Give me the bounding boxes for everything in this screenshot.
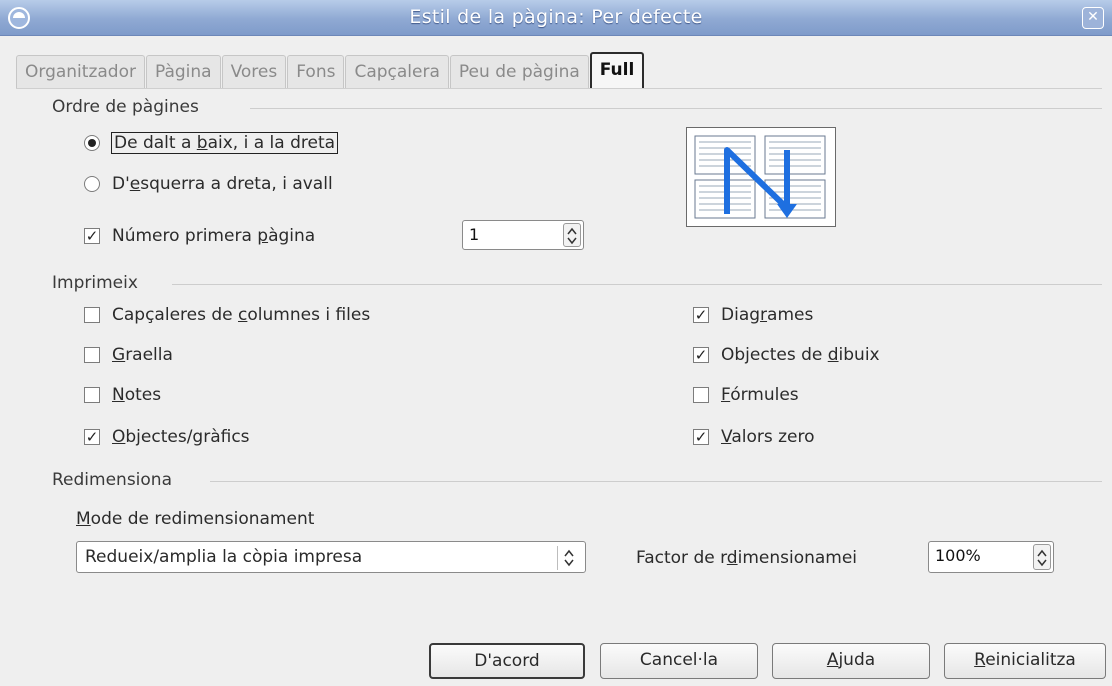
print-headers-checkbox[interactable] xyxy=(84,307,100,323)
first-page-number-label: Número primera pàgina xyxy=(112,226,316,246)
tab-page[interactable]: Pàgina xyxy=(145,55,221,89)
print-objects-row[interactable]: ✓ Objectes/gràfics xyxy=(84,427,250,447)
first-page-number-checkbox[interactable]: ✓ xyxy=(84,228,100,244)
print-headers-label: Capçaleres de columnes i files xyxy=(112,305,371,325)
print-charts-label: Diagrames xyxy=(721,305,814,325)
print-headers-row[interactable]: Capçaleres de columnes i files xyxy=(84,305,370,325)
tab-borders[interactable]: Vores xyxy=(221,55,287,89)
print-grid-label: Graella xyxy=(112,345,173,365)
scale-mode-label: Mode de redimensionament xyxy=(76,509,315,529)
radio-left-right[interactable] xyxy=(84,176,100,192)
page-order-preview-icon xyxy=(686,127,836,227)
print-objects-checkbox[interactable]: ✓ xyxy=(84,429,100,445)
print-grid-checkbox[interactable] xyxy=(84,347,100,363)
print-zero-row[interactable]: ✓ Valors zero xyxy=(693,427,815,447)
first-page-number-spinner[interactable]: 1 xyxy=(462,220,584,250)
print-formulas-row[interactable]: Fórmules xyxy=(693,385,799,405)
print-divider xyxy=(172,284,1102,285)
tab-background[interactable]: Fons xyxy=(287,55,345,89)
scale-factor-value: 100% xyxy=(935,546,981,565)
select-arrows-icon[interactable] xyxy=(557,546,579,570)
spin-arrows-icon[interactable] xyxy=(563,223,581,247)
radio-top-bottom[interactable] xyxy=(84,135,100,151)
scale-factor-spinner[interactable]: 100% xyxy=(928,541,1054,573)
title-bar: Estil de la pàgina: Per defecte ✕ xyxy=(0,0,1112,36)
tab-panel-border xyxy=(16,88,1102,89)
radio-left-right-label: D'esquerra a dreta, i avall xyxy=(112,174,333,194)
close-icon[interactable]: ✕ xyxy=(1082,7,1104,29)
spin-arrows-icon[interactable] xyxy=(1033,544,1051,570)
print-notes-row[interactable]: Notes xyxy=(84,385,161,405)
print-zero-label: Valors zero xyxy=(721,427,815,447)
tab-sheet[interactable]: Full xyxy=(589,52,645,89)
first-page-number-row[interactable]: ✓ Número primera pàgina xyxy=(84,226,315,246)
radio-top-bottom-row[interactable]: De dalt a baix, i a la dreta xyxy=(84,132,339,154)
tab-footer[interactable]: Peu de pàgina xyxy=(449,55,589,89)
reset-button[interactable]: Reinicialitza xyxy=(944,643,1106,679)
print-drawing-row[interactable]: ✓ Objectes de dibuix xyxy=(693,345,880,365)
radio-left-right-row[interactable]: D'esquerra a dreta, i avall xyxy=(84,174,333,194)
help-button[interactable]: Ajuda xyxy=(772,643,930,679)
tab-bar: Organitzador Pàgina Vores Fons Capçalera… xyxy=(16,52,645,89)
scale-factor-label: Factor de rdimensionamei xyxy=(636,548,858,568)
print-charts-row[interactable]: ✓ Diagrames xyxy=(693,305,813,325)
tab-header[interactable]: Capçalera xyxy=(345,55,449,89)
print-notes-checkbox[interactable] xyxy=(84,387,100,403)
print-notes-label: Notes xyxy=(112,385,162,405)
cancel-button[interactable]: Cancel·la xyxy=(600,643,758,679)
print-zero-checkbox[interactable]: ✓ xyxy=(693,429,709,445)
window-title: Estil de la pàgina: Per defecte xyxy=(409,6,703,28)
print-grid-row[interactable]: Graella xyxy=(84,345,173,365)
scale-mode-select[interactable]: Redueix/amplia la còpia impresa xyxy=(76,541,586,573)
ok-button[interactable]: D'acord xyxy=(429,643,585,679)
radio-top-bottom-label: De dalt a baix, i a la dreta xyxy=(110,132,339,154)
tab-organizer[interactable]: Organitzador xyxy=(16,55,145,89)
scale-mode-value: Redueix/amplia la còpia impresa xyxy=(85,547,363,567)
page-order-heading: Ordre de pàgines xyxy=(52,97,199,117)
page-order-divider xyxy=(250,108,1102,109)
print-formulas-label: Fórmules xyxy=(721,385,799,405)
scale-divider xyxy=(210,481,1102,482)
print-heading: Imprimeix xyxy=(52,273,138,293)
print-formulas-checkbox[interactable] xyxy=(693,387,709,403)
print-drawing-label: Objectes de dibuix xyxy=(721,345,880,365)
scale-heading: Redimensiona xyxy=(52,470,172,490)
print-objects-label: Objectes/gràfics xyxy=(112,427,250,447)
print-charts-checkbox[interactable]: ✓ xyxy=(693,307,709,323)
print-drawing-checkbox[interactable]: ✓ xyxy=(693,347,709,363)
first-page-number-value: 1 xyxy=(469,225,480,244)
